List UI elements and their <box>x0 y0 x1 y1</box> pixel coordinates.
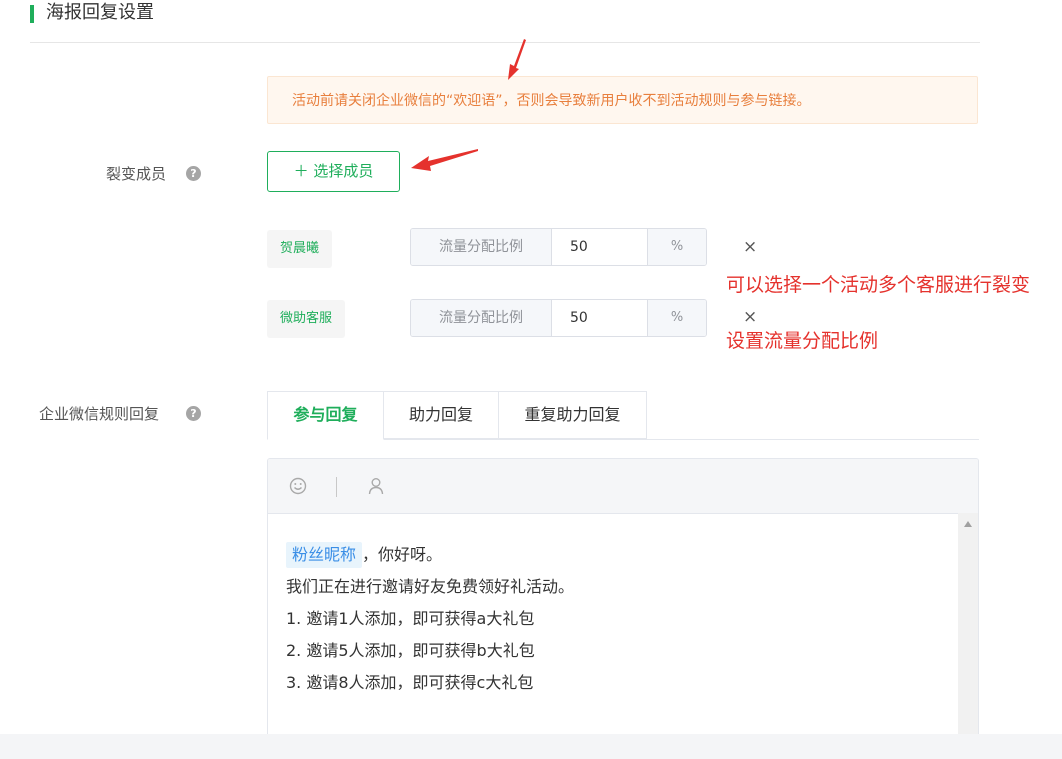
editor-content[interactable]: 粉丝昵称 ，你好呀。 我们正在进行邀请好友免费领好礼活动。 1. 邀请1人添加，即… <box>286 539 574 699</box>
content-line: 2. 邀请5人添加，即可获得b大礼包 <box>286 641 535 660</box>
content-line: 我们正在进行邀请好友免费领好礼活动。 <box>286 577 575 596</box>
annotation-arrow-select-icon <box>411 149 478 171</box>
traffic-ratio-input[interactable] <box>552 300 647 336</box>
section-accent-bar <box>30 5 34 23</box>
fan-nickname-tag: 粉丝昵称 <box>286 542 363 568</box>
scroll-up-icon[interactable] <box>964 521 972 527</box>
reply-help-icon[interactable]: ? <box>186 406 201 421</box>
traffic-ratio-label: 流量分配比例 <box>411 300 552 336</box>
greeting-line: 粉丝昵称 ，你好呀。 <box>286 539 574 571</box>
section-title: 海报回复设置 <box>46 2 154 23</box>
remove-member-icon[interactable]: × <box>743 307 757 327</box>
smile-icon[interactable] <box>288 476 308 496</box>
member-tag: 微助客服 <box>267 300 346 338</box>
warning-notice: 活动前请关闭企业微信的“欢迎语”，否则会导致新用户收不到活动规则与参与链接。 <box>267 76 978 124</box>
member-tag: 贺晨曦 <box>267 230 333 268</box>
toolbar-separator <box>336 477 337 497</box>
members-help-icon[interactable]: ? <box>186 166 201 181</box>
reply-tabs: 参与回复 助力回复 重复助力回复 <box>267 391 979 440</box>
tab-assist-reply[interactable]: 助力回复 <box>383 391 499 439</box>
page-bottom-strip <box>0 734 1062 759</box>
traffic-ratio-group: 流量分配比例 % <box>410 299 707 337</box>
traffic-ratio-group: 流量分配比例 % <box>410 228 707 266</box>
annotation-multi-service: 可以选择一个活动多个客服进行裂变 <box>726 274 1031 296</box>
tab-join-reply[interactable]: 参与回复 <box>267 391 384 440</box>
members-field-label: 裂变成员 <box>106 165 167 183</box>
traffic-ratio-label: 流量分配比例 <box>411 229 552 265</box>
editor-toolbar <box>268 459 978 514</box>
reply-editor[interactable]: 粉丝昵称 ，你好呀。 我们正在进行邀请好友免费领好礼活动。 1. 邀请1人添加，即… <box>267 458 979 748</box>
warning-notice-text: 活动前请关闭企业微信的“欢迎语”，否则会导致新用户收不到活动规则与参与链接。 <box>292 93 811 109</box>
traffic-ratio-unit: % <box>647 229 706 265</box>
editor-scrollbar[interactable] <box>958 513 978 747</box>
content-line: 3. 邀请8人添加，即可获得c大礼包 <box>286 673 534 692</box>
content-line: 1. 邀请1人添加，即可获得a大礼包 <box>286 609 535 628</box>
user-icon[interactable] <box>366 476 386 496</box>
remove-member-icon[interactable]: × <box>743 237 757 257</box>
select-members-button[interactable]: ＋ 选择成员 <box>267 151 400 192</box>
reply-field-label: 企业微信规则回复 <box>39 405 160 423</box>
greeting-suffix: ，你好呀。 <box>362 545 443 564</box>
annotation-arrow-notice-icon <box>508 39 526 80</box>
traffic-ratio-unit: % <box>647 300 706 336</box>
traffic-ratio-input[interactable] <box>552 229 647 265</box>
tab-repeat-assist-reply[interactable]: 重复助力回复 <box>498 391 647 439</box>
annotation-set-ratio: 设置流量分配比例 <box>726 330 879 352</box>
